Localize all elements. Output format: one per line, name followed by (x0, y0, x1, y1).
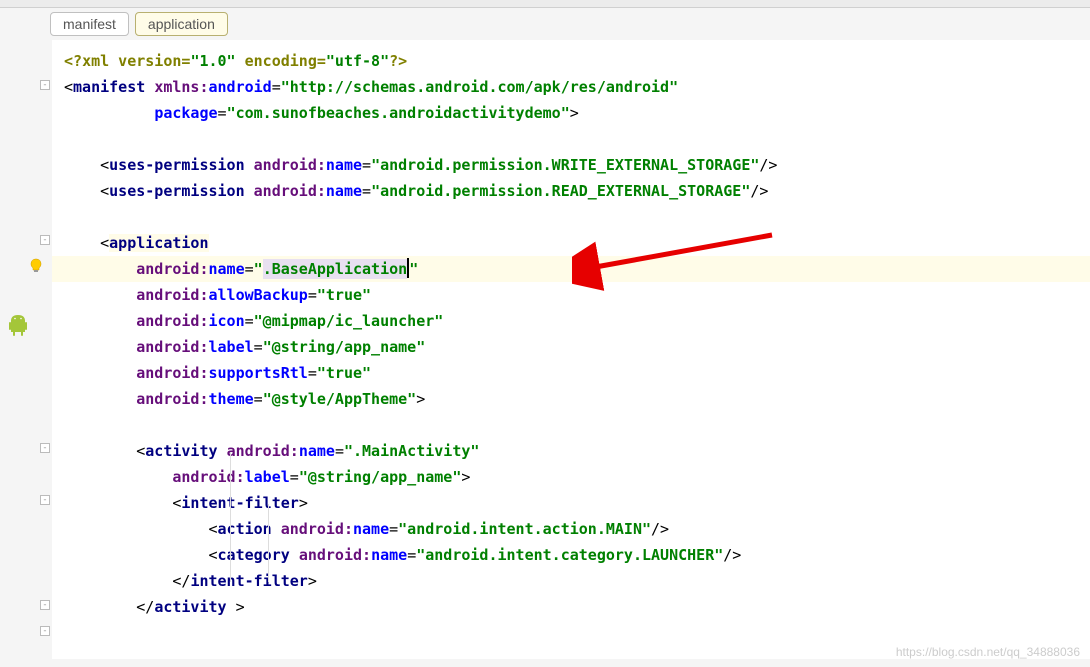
lightbulb-icon[interactable] (28, 258, 44, 274)
code-line[interactable] (52, 126, 1090, 152)
code-line[interactable]: </intent-filter> (52, 568, 1090, 594)
code-line[interactable]: <activity android:name=".MainActivity" (52, 438, 1090, 464)
code-line[interactable]: <action android:name="android.intent.act… (52, 516, 1090, 542)
code-line[interactable]: android:theme="@style/AppTheme"> (52, 386, 1090, 412)
fold-marker[interactable]: - (40, 495, 50, 505)
code-line[interactable]: <category android:name="android.intent.c… (52, 542, 1090, 568)
top-toolbar (0, 0, 1090, 8)
fold-marker[interactable]: - (40, 443, 50, 453)
fold-marker[interactable]: - (40, 626, 50, 636)
code-line[interactable]: android:label="@string/app_name"> (52, 464, 1090, 490)
code-line[interactable]: android:icon="@mipmap/ic_launcher" (52, 308, 1090, 334)
fold-marker[interactable]: - (40, 80, 50, 90)
code-line[interactable]: android:supportsRtl="true" (52, 360, 1090, 386)
fold-marker[interactable]: - (40, 600, 50, 610)
fold-marker[interactable]: - (40, 235, 50, 245)
code-line[interactable]: <uses-permission android:name="android.p… (52, 178, 1090, 204)
editor-area: - - - - - - <?xml version="1.0" encoding… (0, 40, 1090, 659)
gutter: - - - - - - (0, 40, 52, 659)
code-line[interactable]: <application (52, 230, 1090, 256)
code-line[interactable] (52, 204, 1090, 230)
code-line[interactable]: <uses-permission android:name="android.p… (52, 152, 1090, 178)
code-line[interactable]: package="com.sunofbeaches.androidactivit… (52, 100, 1090, 126)
structure-guide (268, 504, 269, 582)
android-icon (6, 313, 30, 337)
breadcrumb-manifest[interactable]: manifest (50, 12, 129, 36)
structure-guide (230, 452, 231, 582)
breadcrumb-application[interactable]: application (135, 12, 228, 36)
code-line[interactable] (52, 412, 1090, 438)
watermark-text: https://blog.csdn.net/qq_34888036 (896, 645, 1080, 659)
code-editor[interactable]: <?xml version="1.0" encoding="utf-8"?> <… (52, 40, 1090, 659)
breadcrumb-bar: manifest application (0, 8, 1090, 40)
code-line-highlighted[interactable]: android:name=".BaseApplication" (52, 256, 1090, 282)
code-line[interactable]: android:label="@string/app_name" (52, 334, 1090, 360)
code-line[interactable]: android:allowBackup="true" (52, 282, 1090, 308)
code-line[interactable]: <intent-filter> (52, 490, 1090, 516)
code-line[interactable]: </activity > (52, 594, 1090, 620)
code-line[interactable]: <?xml version="1.0" encoding="utf-8"?> (52, 48, 1090, 74)
code-line[interactable]: <manifest xmlns:android="http://schemas.… (52, 74, 1090, 100)
